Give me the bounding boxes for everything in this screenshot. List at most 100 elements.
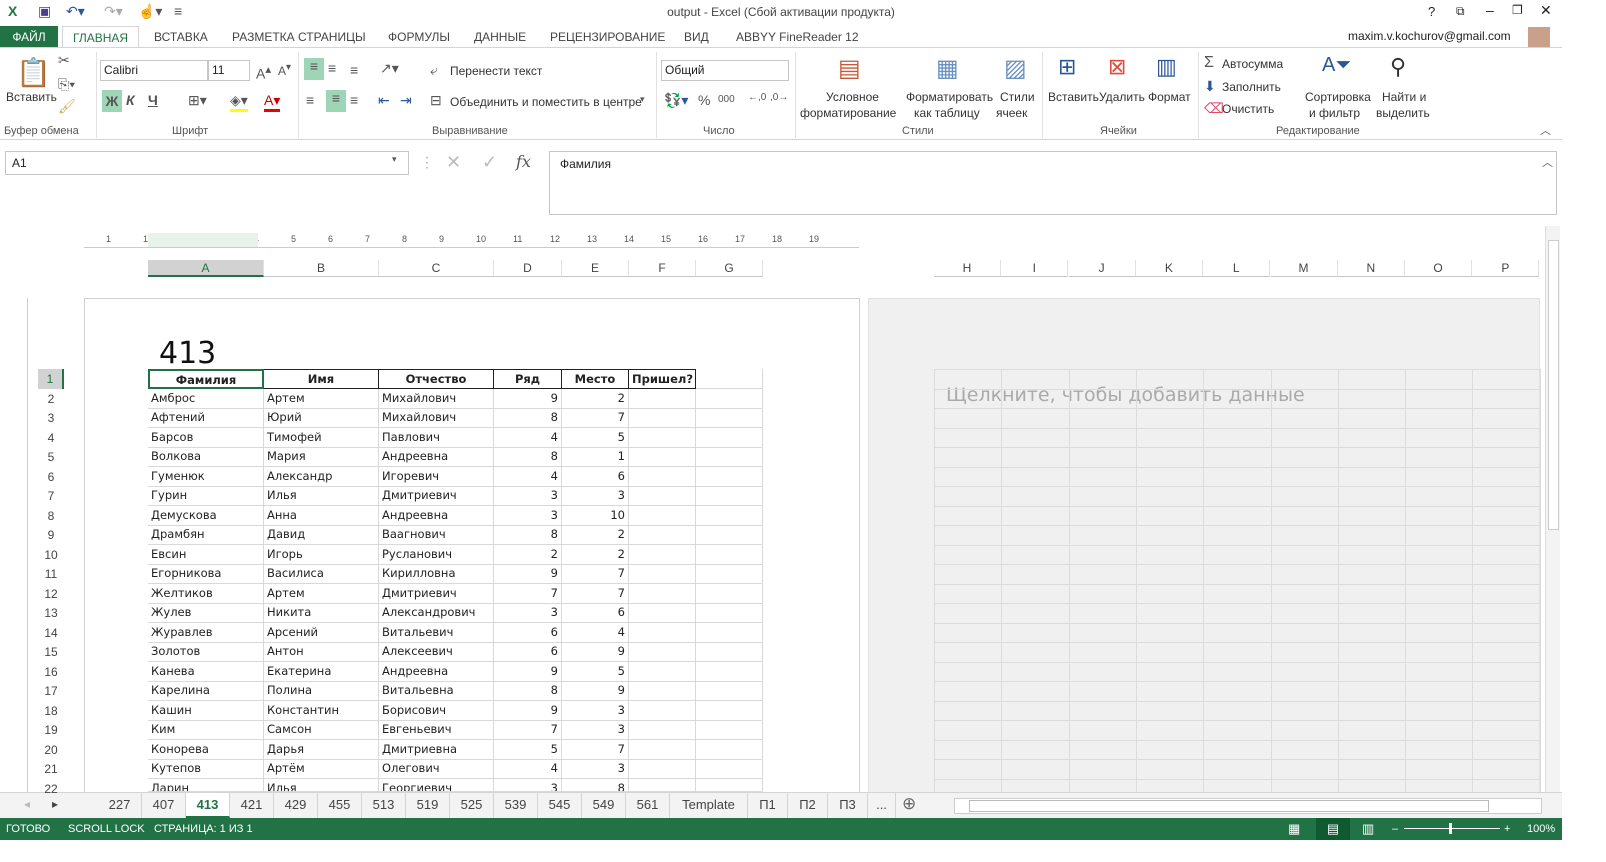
- cancel-icon[interactable]: ✕: [446, 152, 461, 173]
- table-cell[interactable]: [629, 447, 696, 467]
- table-cell[interactable]: [696, 369, 763, 389]
- table-cell[interactable]: 7: [494, 583, 562, 604]
- row-header-10[interactable]: 10: [38, 545, 64, 565]
- align-middle-icon[interactable]: ≡: [328, 60, 336, 76]
- table-cell[interactable]: Дмитриевна: [379, 739, 494, 760]
- table-cell[interactable]: 9: [494, 661, 562, 682]
- table-cell[interactable]: 10: [562, 505, 629, 526]
- column-header-P[interactable]: P: [1472, 260, 1540, 277]
- table-cell[interactable]: [696, 603, 763, 623]
- row-header-5[interactable]: 5: [38, 447, 64, 467]
- table-cell[interactable]: Журавлев: [148, 622, 264, 643]
- table-cell[interactable]: Егорникова: [148, 564, 264, 584]
- row-header-22[interactable]: 22: [38, 779, 64, 799]
- align-top-icon[interactable]: ≡: [304, 58, 324, 80]
- row-header-6[interactable]: 6: [38, 467, 64, 487]
- table-cell[interactable]: 2: [494, 544, 562, 565]
- row-header-14[interactable]: 14: [38, 623, 64, 643]
- table-cell[interactable]: Константин: [264, 700, 379, 721]
- table-cell[interactable]: [696, 408, 763, 428]
- table-cell[interactable]: Игоревич: [379, 466, 494, 487]
- autosum-button[interactable]: Автосумма: [1222, 57, 1283, 71]
- column-header-K[interactable]: K: [1135, 260, 1203, 277]
- wrap-text-button[interactable]: Перенести текст: [450, 64, 542, 78]
- name-box[interactable]: A1: [5, 151, 409, 175]
- table-cell[interactable]: 1: [562, 447, 629, 467]
- table-cell[interactable]: [696, 447, 763, 467]
- column-header-M[interactable]: M: [1270, 260, 1338, 277]
- table-cell[interactable]: Кутепов: [148, 759, 264, 779]
- minimize-button[interactable]: –: [1486, 2, 1494, 18]
- table-cell[interactable]: Карелина: [148, 681, 264, 701]
- table-cell[interactable]: [629, 564, 696, 584]
- column-header-D[interactable]: D: [494, 260, 562, 277]
- ribbon-tab-5[interactable]: ДАННЫЕ: [464, 26, 536, 48]
- table-cell[interactable]: [629, 622, 696, 643]
- sheet-tab-П2[interactable]: П2: [788, 793, 828, 818]
- scroll-tabs-left-icon[interactable]: ◂: [24, 797, 30, 811]
- row-header-15[interactable]: 15: [38, 642, 64, 662]
- normal-view-icon[interactable]: ▦: [1288, 818, 1300, 840]
- sheet-tab-227[interactable]: 227: [98, 793, 142, 818]
- table-cell[interactable]: Конорева: [148, 739, 264, 760]
- ribbon-tab-8[interactable]: ABBYY FineReader 12: [726, 26, 869, 48]
- paste-icon[interactable]: 📋: [16, 56, 51, 89]
- italic-button[interactable]: К: [126, 92, 135, 108]
- table-cell[interactable]: Канева: [148, 661, 264, 682]
- sheet-tab-421[interactable]: 421: [230, 793, 274, 818]
- paste-button[interactable]: Вставить: [6, 90, 57, 104]
- sheet-tab-413[interactable]: 413: [186, 793, 230, 818]
- table-cell[interactable]: [696, 778, 763, 792]
- table-cell[interactable]: Желтиков: [148, 583, 264, 604]
- table-cell[interactable]: [629, 759, 696, 779]
- table-cell[interactable]: Дарья: [264, 739, 379, 760]
- name-box-dropdown-icon[interactable]: ▾: [392, 154, 397, 165]
- ribbon-tab-7[interactable]: ВИД: [674, 26, 719, 48]
- row-header-20[interactable]: 20: [38, 740, 64, 760]
- table-cell[interactable]: 9: [562, 681, 629, 701]
- table-header-cell[interactable]: Пришел?: [629, 369, 696, 389]
- enter-icon[interactable]: ✓: [482, 152, 497, 173]
- format-as-table-button[interactable]: Форматировать: [906, 90, 993, 104]
- table-cell[interactable]: Игорь: [264, 544, 379, 565]
- row-header-7[interactable]: 7: [38, 486, 64, 506]
- table-cell[interactable]: [629, 661, 696, 682]
- horizontal-scroll-thumb[interactable]: [969, 800, 1489, 812]
- table-cell[interactable]: 3: [562, 720, 629, 740]
- new-sheet-icon[interactable]: ⊕: [902, 794, 916, 814]
- table-cell[interactable]: [629, 778, 696, 792]
- row-header-11[interactable]: 11: [38, 564, 64, 584]
- table-cell[interactable]: 4: [562, 622, 629, 643]
- table-cell[interactable]: [629, 505, 696, 526]
- table-cell[interactable]: Илья: [264, 778, 379, 792]
- number-format-select[interactable]: Общий: [661, 60, 789, 81]
- table-cell[interactable]: 3: [494, 603, 562, 623]
- font-name-select[interactable]: Calibri: [100, 60, 208, 81]
- table-cell[interactable]: Тимофей: [264, 427, 379, 448]
- table-cell[interactable]: Артём: [264, 759, 379, 779]
- table-cell[interactable]: 3: [494, 486, 562, 506]
- table-cell[interactable]: Андреевна: [379, 447, 494, 467]
- table-cell[interactable]: 9: [562, 642, 629, 662]
- row-header-16[interactable]: 16: [38, 662, 64, 682]
- sheet-tab-545[interactable]: 545: [538, 793, 582, 818]
- align-left-icon[interactable]: ≡: [306, 92, 314, 108]
- zoom-out-button[interactable]: –: [1392, 818, 1398, 840]
- column-header-C[interactable]: C: [379, 260, 494, 277]
- fill-color-icon[interactable]: ◈▾: [230, 92, 248, 112]
- ribbon-tab-4[interactable]: ФОРМУЛЫ: [378, 26, 460, 48]
- underline-button[interactable]: Ч: [148, 92, 158, 108]
- table-cell[interactable]: [629, 642, 696, 662]
- column-header-A[interactable]: A: [148, 260, 264, 277]
- table-cell[interactable]: Евсин: [148, 544, 264, 565]
- find-select-button[interactable]: Найти и: [1382, 90, 1426, 104]
- table-cell[interactable]: 4: [494, 759, 562, 779]
- table-cell[interactable]: 3: [494, 505, 562, 526]
- table-cell[interactable]: Русланович: [379, 544, 494, 565]
- column-header-G[interactable]: G: [696, 260, 763, 277]
- table-cell[interactable]: Золотов: [148, 642, 264, 662]
- column-header-I[interactable]: I: [1001, 260, 1069, 277]
- table-cell[interactable]: 3: [562, 759, 629, 779]
- cell-styles-button[interactable]: Стили: [1000, 90, 1035, 104]
- table-cell[interactable]: 6: [494, 642, 562, 662]
